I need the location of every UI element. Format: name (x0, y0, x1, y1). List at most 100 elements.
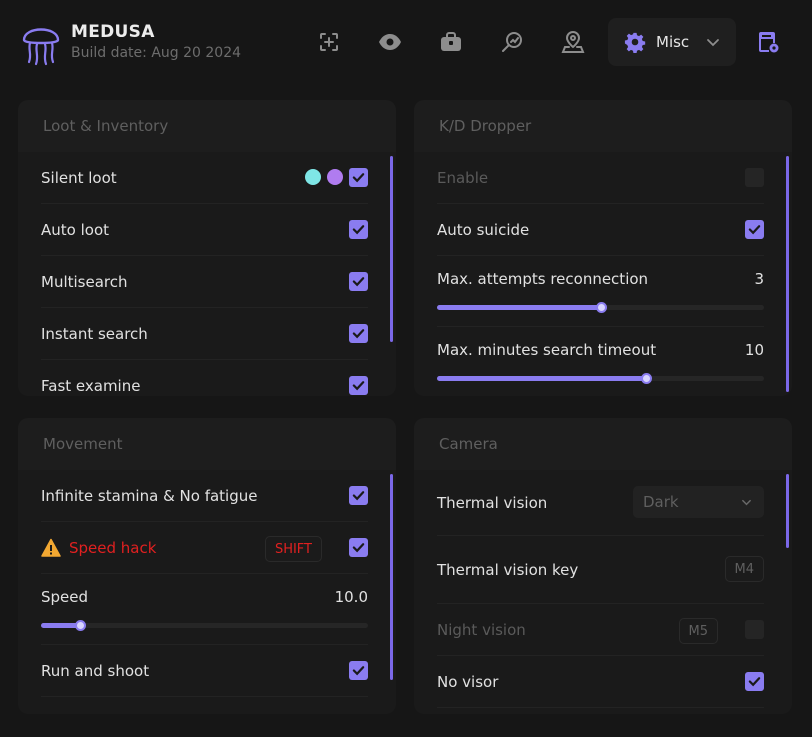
jellyfish-logo-icon (22, 28, 60, 66)
search-chart-icon (502, 32, 522, 52)
silent-loot-checkbox[interactable] (349, 168, 368, 187)
chevron-down-icon (742, 499, 751, 506)
multisearch-checkbox[interactable] (349, 272, 368, 291)
night-vision-label: Night vision (437, 620, 526, 639)
checkmark-icon (748, 677, 761, 687)
aim-icon (320, 33, 338, 51)
chevron-down-icon (707, 39, 719, 47)
warning-icon (41, 538, 61, 557)
list-item[interactable]: Enable (437, 152, 764, 204)
scrollbar[interactable] (786, 474, 789, 548)
map-tab[interactable] (557, 26, 589, 58)
config-document-icon (759, 32, 779, 53)
instant-search-checkbox[interactable] (349, 324, 368, 343)
app-title: MEDUSA (71, 22, 155, 42)
list-item[interactable]: Run and shoot (41, 645, 368, 697)
kd-dropper-panel: K/D Dropper Enable Auto suicide Max. att… (414, 100, 792, 396)
checkmark-icon (352, 543, 365, 553)
speed-label: Speed (41, 588, 89, 606)
list-item: Thermal vision key M4 (437, 536, 764, 604)
speed-hack-keybind[interactable]: SHIFT (264, 536, 322, 562)
map-pin-icon (561, 31, 585, 53)
slider-knob[interactable] (641, 373, 653, 384)
checkmark-icon (748, 225, 761, 235)
list-item[interactable]: Speed hack SHIFT (41, 522, 368, 574)
color-swatch-purple[interactable] (327, 169, 343, 185)
list-item[interactable]: Fast examine (41, 360, 368, 396)
stamina-label: Infinite stamina & No fatigue (41, 486, 258, 505)
misc-dropdown[interactable]: Misc (608, 18, 736, 66)
list-item[interactable]: No visor (437, 656, 764, 708)
camera-panel: Camera Thermal vision Dark Thermal visio… (414, 418, 792, 714)
color-swatch-cyan[interactable] (305, 169, 321, 185)
thermal-mode-select[interactable]: Dark (633, 486, 764, 518)
items-tab[interactable] (435, 26, 467, 58)
fast-examine-label: Fast examine (41, 377, 141, 395)
auto-suicide-checkbox[interactable] (745, 220, 764, 239)
reconnect-slider[interactable] (437, 302, 764, 313)
list-item: Thermal vision Dark (437, 470, 764, 536)
run-shoot-label: Run and shoot (41, 661, 150, 680)
scrollbar[interactable] (390, 474, 393, 680)
auto-loot-checkbox[interactable] (349, 220, 368, 239)
briefcase-icon (441, 32, 461, 51)
thermal-key-label: Thermal vision key (437, 560, 579, 579)
movement-panel: Movement Infinite stamina & No fatigue S… (18, 418, 396, 714)
instant-search-label: Instant search (41, 324, 148, 343)
scrollbar[interactable] (390, 156, 393, 342)
thermal-keybind[interactable]: M4 (724, 556, 764, 582)
radar-tab[interactable] (496, 26, 528, 58)
auto-suicide-label: Auto suicide (437, 220, 530, 239)
slider-fill (437, 305, 601, 310)
checkmark-icon (352, 277, 365, 287)
list-item[interactable]: Infinite stamina & No fatigue (41, 470, 368, 522)
list-item[interactable]: Multisearch (41, 256, 368, 308)
misc-label: Misc (656, 33, 690, 51)
header: MEDUSA Build date: Aug 20 2024 Misc (0, 0, 812, 84)
speed-hack-checkbox[interactable] (349, 538, 368, 557)
speed-value: 10.0 (334, 588, 368, 606)
timeout-slider[interactable] (437, 373, 764, 384)
loot-panel: Loot & Inventory Silent loot Auto loot M… (18, 100, 396, 396)
checkmark-icon (352, 225, 365, 235)
panel-title: K/D Dropper (414, 100, 792, 152)
panel-title: Loot & Inventory (18, 100, 396, 152)
scrollbar[interactable] (786, 156, 789, 392)
enable-checkbox[interactable] (745, 168, 764, 187)
auto-loot-label: Auto loot (41, 220, 109, 239)
stamina-checkbox[interactable] (349, 486, 368, 505)
night-vision-keybind[interactable]: M5 (678, 618, 718, 644)
multisearch-label: Multisearch (41, 272, 128, 291)
speed-slider[interactable] (41, 620, 368, 631)
run-shoot-checkbox[interactable] (349, 661, 368, 680)
panel-title: Camera (414, 418, 792, 470)
no-visor-checkbox[interactable] (745, 672, 764, 691)
list-item[interactable]: Night vision M5 (437, 604, 764, 656)
silent-loot-label: Silent loot (41, 168, 117, 187)
enable-label: Enable (437, 168, 489, 187)
fast-examine-checkbox[interactable] (349, 376, 368, 395)
thermal-vision-label: Thermal vision (437, 493, 548, 512)
no-visor-label: No visor (437, 672, 499, 691)
slider-knob[interactable] (75, 620, 87, 631)
config-button[interactable] (752, 26, 784, 58)
list-item[interactable]: Instant search (41, 308, 368, 360)
list-item[interactable]: Auto suicide (437, 204, 764, 256)
night-vision-checkbox[interactable] (745, 620, 764, 639)
list-item[interactable]: Silent loot (41, 152, 368, 204)
build-date: Build date: Aug 20 2024 (71, 45, 242, 61)
eye-icon (379, 34, 401, 50)
slider-knob[interactable] (595, 302, 607, 313)
checkmark-icon (352, 491, 365, 501)
list-item[interactable]: Auto loot (41, 204, 368, 256)
timeout-value: 10 (744, 341, 764, 359)
slider-fill (437, 376, 647, 381)
aim-tab[interactable] (313, 26, 345, 58)
visuals-tab[interactable] (374, 26, 406, 58)
timeout-label: Max. minutes search timeout (437, 341, 657, 359)
thermal-mode-value: Dark (643, 493, 679, 511)
gear-icon (624, 32, 646, 53)
reconnect-value: 3 (754, 270, 764, 288)
list-item: Max. attempts reconnection 3 (437, 256, 764, 327)
panel-title: Movement (18, 418, 396, 470)
